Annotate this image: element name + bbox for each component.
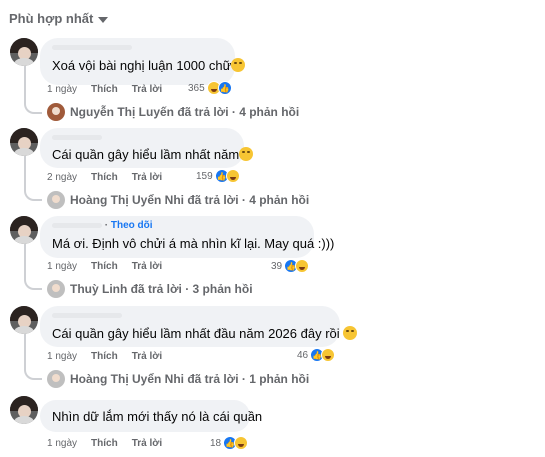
comment-text: Cái quần gây hiểu lầm nhất năm [52,147,254,162]
avatar[interactable] [10,306,38,334]
reply-avatar [47,370,65,388]
reply-button[interactable]: Trả lời [132,351,162,362]
comment-actions: 2 ngày Thích Trả lời [47,172,162,183]
reply-button[interactable]: Trả lời [132,84,162,95]
comment-time[interactable]: 1 ngày [47,84,77,95]
comment-time[interactable]: 2 ngày [47,172,77,183]
view-replies[interactable]: Nguyễn Thị Luyến đã trả lời · 4 phản hồi [47,103,299,121]
comment-bubble: Nhìn dữ lắm mới thấy nó là cái quần [40,400,262,432]
like-button[interactable]: Thích [91,172,118,183]
thread-curve [24,102,42,114]
avatar[interactable] [10,38,38,66]
reaction-count: 39 [271,260,283,272]
thread-curve [24,278,42,290]
reaction-summary[interactable]: 39 👍 [271,259,310,273]
like-button[interactable]: Thích [91,351,118,362]
reaction-summary[interactable]: 159 👍 [196,169,240,183]
reply-button[interactable]: Trả lời [132,261,162,272]
reaction-summary[interactable]: 46 👍 [297,348,336,362]
comment-actions: 1 ngày Thích Trả lời [47,261,162,272]
like-button[interactable]: Thích [91,438,118,449]
thread-line [24,334,26,370]
comment-actions: 1 ngày Thích Trả lời [47,438,162,449]
like-button[interactable]: Thích [91,84,118,95]
comment-actions: 1 ngày Thích Trả lời [47,84,162,95]
comment-bubble: Xoá vội bài nghị luận 1000 chữ [40,38,246,85]
comment-bubble: Cái quần gây hiểu lầm nhất năm [40,128,254,168]
comment-author[interactable] [52,132,102,143]
avatar[interactable] [10,216,38,244]
caret-down-icon [98,16,109,23]
comment-bubble: · Theo dõi Má ơi. Định vô chửi á mà nhìn… [40,216,334,258]
replies-label: Nguyễn Thị Luyến đã trả lời · 4 phản hồi [70,105,300,119]
comment-author[interactable] [52,42,132,53]
thread-curve [24,368,42,380]
reaction-count: 18 [210,437,222,449]
reply-avatar [47,103,65,121]
comment-time[interactable]: 1 ngày [47,261,77,272]
comment-actions: 1 ngày Thích Trả lời [47,351,162,362]
avatar[interactable] [10,396,38,424]
haha-reaction-icon [321,348,336,362]
comment-text: Xoá vội bài nghị luận 1000 chữ [52,58,246,73]
reaction-count: 365 [188,82,205,94]
reaction-count: 46 [297,349,309,361]
thread-curve [24,189,42,201]
haha-reaction-icon [234,436,249,450]
reply-avatar [47,280,65,298]
reaction-summary[interactable]: 365 👍 [188,81,232,95]
thread-line [24,244,26,280]
comment-time[interactable]: 1 ngày [47,351,77,362]
follow-button[interactable]: Theo dõi [111,220,153,231]
replies-label: Hoàng Thị Uyển Nhi đã trả lời · 1 phản h… [70,372,310,386]
like-reaction-icon: 👍 [217,81,232,95]
comment-author[interactable]: · Theo dõi [52,220,153,231]
comment-author[interactable] [52,310,122,321]
comment-text: Nhìn dữ lắm mới thấy nó là cái quần [52,409,263,424]
reaction-summary[interactable]: 18 👍 [210,436,249,450]
comment-bubble: Cái quần gây hiểu lầm nhất đầu năm 2026 … [40,306,358,347]
thread-line [24,66,26,104]
avatar[interactable] [10,128,38,156]
sort-dropdown[interactable]: Phù hợp nhất [9,11,109,26]
haha-reaction-icon [295,259,310,273]
rolling-laugh-emoji [231,58,246,72]
grin-emoji [343,326,358,340]
view-replies[interactable]: Hoàng Thị Uyển Nhi đã trả lời · 1 phản h… [47,370,309,388]
comment-text: Má ơi. Định vô chửi á mà nhìn kĩ lại. Ma… [52,236,335,251]
sort-label: Phù hợp nhất [9,11,94,26]
view-replies[interactable]: Hoàng Thị Uyển Nhi đã trả lời · 4 phản h… [47,191,309,209]
reply-button[interactable]: Trả lời [132,438,162,449]
reply-button[interactable]: Trả lời [132,172,162,183]
view-replies[interactable]: Thuỳ Linh đã trả lời · 3 phản hồi [47,280,253,298]
reply-avatar [47,191,65,209]
thread-line [24,156,26,191]
like-button[interactable]: Thích [91,261,118,272]
replies-label: Hoàng Thị Uyển Nhi đã trả lời · 4 phản h… [70,193,310,207]
replies-label: Thuỳ Linh đã trả lời · 3 phản hồi [70,282,253,296]
comment-time[interactable]: 1 ngày [47,438,77,449]
comment-text: Cái quần gây hiểu lầm nhất đầu năm 2026 … [52,326,358,341]
reaction-count: 159 [196,170,213,182]
grin-emoji [239,147,254,161]
haha-reaction-icon [225,169,240,183]
